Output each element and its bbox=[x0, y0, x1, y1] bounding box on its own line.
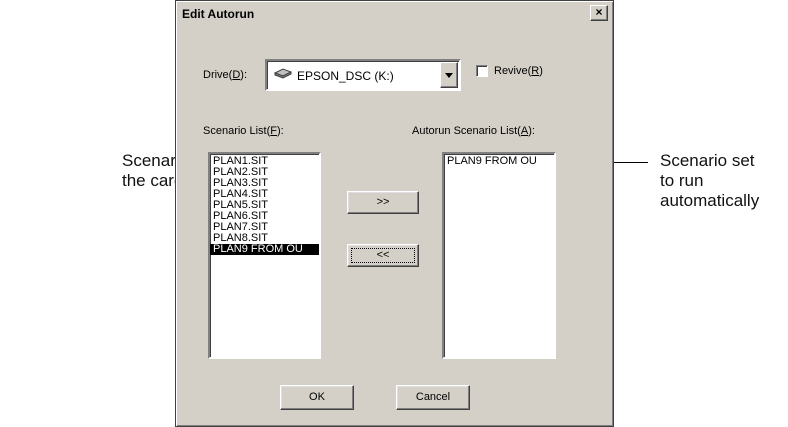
ok-button[interactable]: OK bbox=[280, 385, 354, 410]
list-item[interactable]: PLAN4.SIT bbox=[210, 189, 319, 200]
edit-autorun-dialog: Edit Autorun × Drive(D): EPSON_DSC (K:) … bbox=[175, 0, 614, 427]
autorun-list-label: Autorun Scenario List(A): bbox=[412, 125, 535, 137]
list-item[interactable]: PLAN2.SIT bbox=[210, 167, 319, 178]
list-item[interactable]: PLAN6.SIT bbox=[210, 211, 319, 222]
autorun-scenario-list[interactable]: PLAN9 FROM OU bbox=[442, 152, 556, 359]
list-item-selected[interactable]: PLAN9 FROM OU bbox=[210, 244, 319, 255]
remove-from-autorun-button[interactable]: << bbox=[347, 244, 419, 267]
list-item[interactable]: PLAN8.SIT bbox=[210, 233, 319, 244]
chevron-down-icon[interactable] bbox=[440, 62, 458, 88]
list-item[interactable]: PLAN5.SIT bbox=[210, 200, 319, 211]
scenario-list-label: Scenario List(F): bbox=[203, 125, 284, 137]
callout-line-2: to run bbox=[660, 171, 704, 190]
list-item[interactable]: PLAN1.SIT bbox=[210, 156, 319, 167]
drive-value: EPSON_DSC (K:) bbox=[297, 69, 394, 83]
drive-icon bbox=[274, 68, 292, 79]
list-item[interactable]: PLAN7.SIT bbox=[210, 222, 319, 233]
callout-line-3: automatically bbox=[660, 191, 760, 210]
scenario-list[interactable]: PLAN1.SIT PLAN2.SIT PLAN3.SIT PLAN4.SIT … bbox=[208, 152, 321, 359]
callout-scenario-autorun: Scenario set to run automatically bbox=[660, 151, 759, 211]
revive-label[interactable]: Revive(R) bbox=[494, 65, 543, 77]
add-button-label: >> bbox=[376, 196, 390, 208]
title-bar: Edit Autorun × bbox=[179, 4, 610, 26]
drive-select[interactable]: EPSON_DSC (K:) bbox=[265, 59, 461, 91]
revive-checkbox[interactable] bbox=[476, 65, 488, 77]
add-to-autorun-button[interactable]: >> bbox=[347, 191, 419, 214]
ok-button-label: OK bbox=[309, 391, 325, 403]
list-item[interactable]: PLAN9 FROM OU bbox=[444, 156, 554, 167]
dialog-title: Edit Autorun bbox=[182, 7, 255, 21]
remove-button-label: << bbox=[376, 249, 390, 261]
close-button[interactable]: × bbox=[590, 5, 608, 21]
cancel-button[interactable]: Cancel bbox=[396, 385, 470, 410]
close-icon: × bbox=[595, 5, 603, 19]
cancel-button-label: Cancel bbox=[415, 391, 451, 403]
drive-label: Drive(D): bbox=[203, 69, 248, 81]
callout-line-1: Scenario set bbox=[660, 151, 755, 170]
list-item[interactable]: PLAN3.SIT bbox=[210, 178, 319, 189]
